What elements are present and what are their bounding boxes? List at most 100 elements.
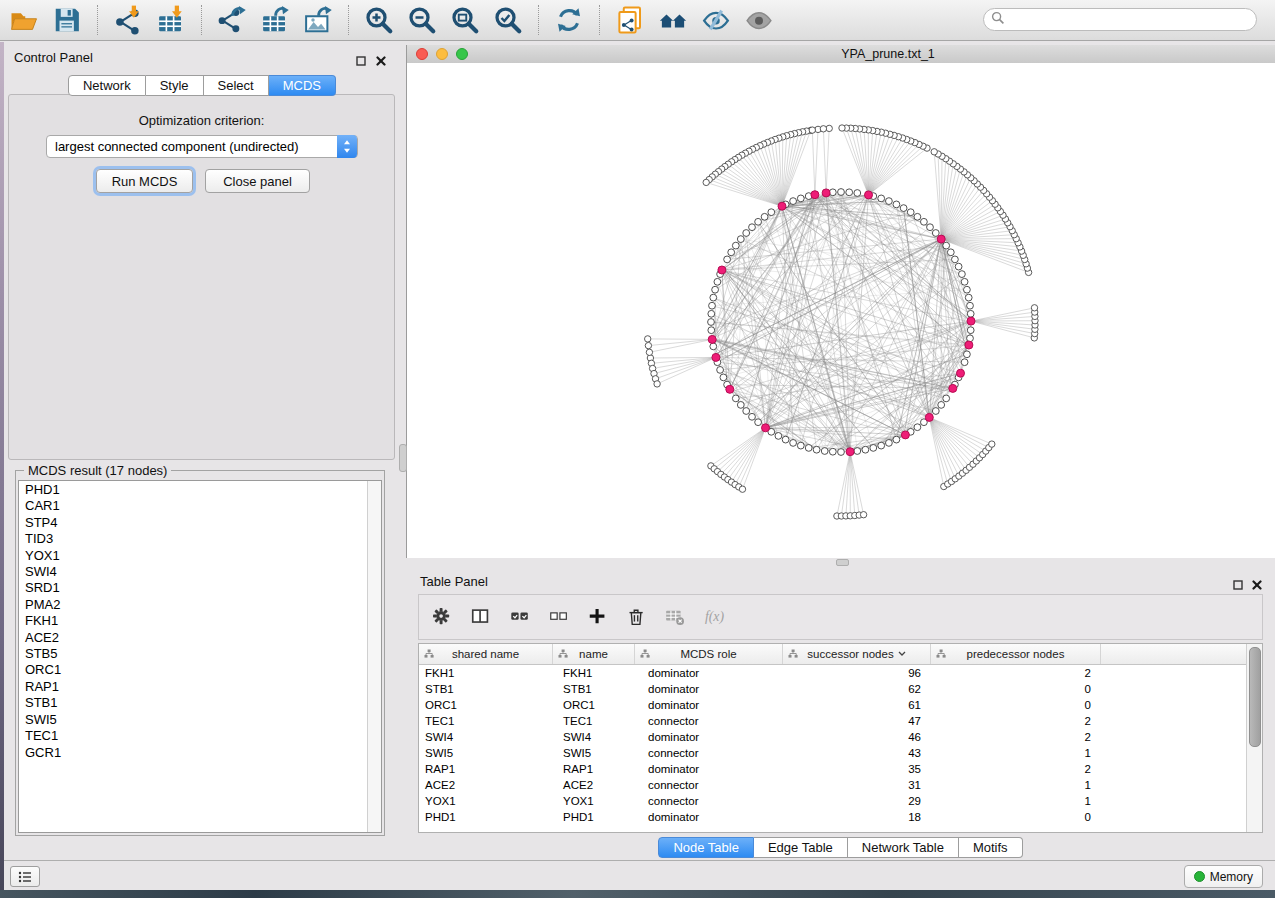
mcds-result-node[interactable]: PMA2 bbox=[19, 597, 367, 613]
search-box[interactable] bbox=[983, 8, 1257, 31]
zoom-selected-icon[interactable] bbox=[492, 4, 524, 36]
table-cell: 2 bbox=[931, 715, 1101, 727]
tab-network[interactable]: Network bbox=[68, 75, 146, 96]
tab-mcds[interactable]: MCDS bbox=[269, 75, 336, 96]
mcds-result-node[interactable]: PHD1 bbox=[19, 482, 367, 498]
tab-node-table[interactable]: Node Table bbox=[658, 837, 754, 858]
export-image-icon[interactable] bbox=[302, 4, 334, 36]
float-panel-icon[interactable] bbox=[356, 52, 366, 62]
search-input[interactable] bbox=[1005, 12, 1239, 28]
table-row[interactable]: ACE2ACE2connector311 bbox=[419, 777, 1247, 793]
table-row[interactable]: ORC1ORC1dominator610 bbox=[419, 697, 1247, 713]
table-row[interactable]: SWI5SWI5connector431 bbox=[419, 745, 1247, 761]
add-row-icon[interactable] bbox=[587, 606, 609, 628]
tab-style[interactable]: Style bbox=[146, 75, 204, 96]
tab-edge-table[interactable]: Edge Table bbox=[754, 837, 848, 858]
minimize-window-icon[interactable] bbox=[436, 48, 448, 60]
zoom-in-icon[interactable] bbox=[363, 4, 395, 36]
node-table-header: shared namenameMCDS rolesuccessor nodesp… bbox=[419, 644, 1247, 665]
delete-row-icon[interactable] bbox=[626, 606, 648, 628]
zoom-out-icon[interactable] bbox=[406, 4, 438, 36]
show-all-icon[interactable] bbox=[743, 4, 775, 36]
select-all-icon[interactable] bbox=[509, 606, 531, 628]
table-cell: 1 bbox=[931, 747, 1101, 759]
mcds-tab-content: Optimization criterion: largest connecte… bbox=[8, 94, 395, 460]
column-header-predecessor-nodes[interactable]: predecessor nodes bbox=[931, 644, 1101, 664]
mcds-result-node[interactable]: YOX1 bbox=[19, 548, 367, 564]
mcds-result-node[interactable]: GCR1 bbox=[19, 745, 367, 761]
clear-selection-icon[interactable] bbox=[548, 606, 570, 628]
zoom-fit-icon[interactable] bbox=[449, 4, 481, 36]
columns-icon[interactable] bbox=[470, 606, 492, 628]
table-row[interactable]: PHD1PHD1dominator180 bbox=[419, 809, 1247, 825]
table-row[interactable]: RAP1RAP1dominator352 bbox=[419, 761, 1247, 777]
column-header-name[interactable]: name bbox=[553, 644, 635, 664]
network-window-titlebar[interactable]: YPA_prune.txt_1 bbox=[407, 45, 1275, 64]
close-table-panel-icon[interactable] bbox=[1252, 576, 1262, 586]
mcds-result-node[interactable]: STB5 bbox=[19, 646, 367, 662]
delete-table-icon[interactable] bbox=[665, 606, 687, 628]
panel-menu-button[interactable] bbox=[10, 866, 40, 887]
mcds-result-node[interactable]: SWI5 bbox=[19, 712, 367, 728]
first-neighbors-icon[interactable] bbox=[657, 4, 689, 36]
tab-select[interactable]: Select bbox=[204, 75, 269, 96]
mcds-result-node[interactable]: SWI4 bbox=[19, 564, 367, 580]
import-network-icon[interactable] bbox=[112, 4, 144, 36]
export-table-icon[interactable] bbox=[259, 4, 291, 36]
toolbar-divider bbox=[201, 5, 202, 35]
table-scrollbar[interactable] bbox=[1246, 644, 1262, 832]
criterion-dropdown[interactable]: largest connected component (undirected) bbox=[46, 135, 358, 158]
table-cell: dominator bbox=[635, 731, 783, 743]
table-cell: connector bbox=[635, 747, 783, 759]
network-canvas[interactable] bbox=[407, 63, 1275, 558]
mcds-result-node[interactable]: SRD1 bbox=[19, 580, 367, 596]
close-panel-button[interactable]: Close panel bbox=[205, 169, 310, 193]
result-list-scrollbar[interactable] bbox=[367, 481, 381, 832]
table-row[interactable]: YOX1YOX1connector291 bbox=[419, 793, 1247, 809]
run-mcds-button[interactable]: Run MCDS bbox=[96, 169, 193, 193]
function-builder-icon[interactable]: f(x) bbox=[704, 606, 726, 628]
tab-network-table[interactable]: Network Table bbox=[848, 837, 959, 858]
mcds-result-node[interactable]: ORC1 bbox=[19, 662, 367, 678]
float-table-panel-icon[interactable] bbox=[1233, 576, 1243, 586]
mcds-result-node[interactable]: TEC1 bbox=[19, 728, 367, 744]
table-row[interactable]: STB1STB1dominator620 bbox=[419, 681, 1247, 697]
table-toolbar: f(x) bbox=[418, 594, 1263, 640]
mcds-result-node[interactable]: STB1 bbox=[19, 695, 367, 711]
vertical-splitter-handle[interactable] bbox=[399, 444, 407, 472]
mcds-result-list[interactable]: PHD1CAR1STP4TID3YOX1SWI4SRD1PMA2FKH1ACE2… bbox=[18, 480, 382, 833]
table-scrollbar-thumb[interactable] bbox=[1249, 647, 1261, 747]
mcds-result-node[interactable]: ACE2 bbox=[19, 630, 367, 646]
open-folder-icon[interactable] bbox=[8, 4, 40, 36]
mcds-result-node[interactable]: STP4 bbox=[19, 515, 367, 531]
table-cell: 96 bbox=[783, 667, 931, 679]
horizontal-splitter-handle[interactable] bbox=[836, 559, 849, 566]
table-row[interactable]: SWI4SWI4dominator462 bbox=[419, 729, 1247, 745]
mcds-result-node[interactable]: CAR1 bbox=[19, 498, 367, 514]
refresh-icon[interactable] bbox=[553, 4, 585, 36]
toolbar-divider bbox=[97, 5, 98, 35]
gear-icon[interactable] bbox=[431, 606, 453, 628]
clone-network-icon[interactable] bbox=[614, 4, 646, 36]
control-panel-title: Control Panel bbox=[14, 50, 93, 65]
memory-button[interactable]: Memory bbox=[1184, 865, 1263, 888]
save-icon[interactable] bbox=[51, 4, 83, 36]
close-panel-icon[interactable] bbox=[376, 52, 386, 62]
mcds-result-node[interactable]: FKH1 bbox=[19, 613, 367, 629]
table-row[interactable]: FKH1FKH1dominator962 bbox=[419, 665, 1247, 681]
table-cell: STB1 bbox=[553, 683, 635, 695]
maximize-window-icon[interactable] bbox=[456, 48, 468, 60]
hide-selected-icon[interactable] bbox=[700, 4, 732, 36]
column-header-successor-nodes[interactable]: successor nodes bbox=[783, 644, 931, 664]
control-panel-tabs: NetworkStyleSelectMCDS bbox=[4, 75, 400, 96]
table-row[interactable]: TEC1TEC1connector472 bbox=[419, 713, 1247, 729]
column-header-shared-name[interactable]: shared name bbox=[419, 644, 553, 664]
tab-motifs[interactable]: Motifs bbox=[959, 837, 1023, 858]
table-cell: connector bbox=[635, 715, 783, 727]
column-header-MCDS-role[interactable]: MCDS role bbox=[635, 644, 783, 664]
export-network-icon[interactable] bbox=[216, 4, 248, 36]
mcds-result-node[interactable]: RAP1 bbox=[19, 679, 367, 695]
mcds-result-node[interactable]: TID3 bbox=[19, 531, 367, 547]
close-window-icon[interactable] bbox=[416, 48, 428, 60]
import-table-icon[interactable] bbox=[155, 4, 187, 36]
